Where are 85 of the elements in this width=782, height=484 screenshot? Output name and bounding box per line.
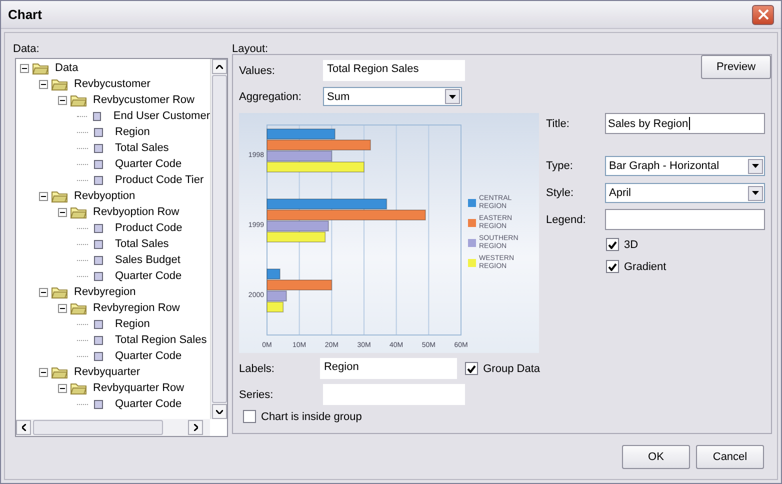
folder-icon (51, 190, 68, 202)
close-icon (758, 9, 768, 20)
dialog-button[interactable]: OK (622, 445, 690, 469)
tree-item[interactable]: Revbyoption (74, 190, 136, 202)
scroll-down-button[interactable] (212, 404, 226, 419)
collapse-toggle[interactable] (39, 192, 48, 200)
tree-item[interactable]: Quarter Code (115, 398, 182, 410)
checkbox[interactable] (606, 260, 619, 273)
tree-item[interactable]: Quarter Code (115, 158, 182, 170)
collapse-toggle[interactable] (58, 384, 67, 392)
collapse-toggle[interactable] (39, 288, 48, 296)
close-button[interactable] (752, 4, 774, 24)
dialog-button[interactable]: Cancel (696, 445, 764, 469)
collapse-toggle[interactable] (39, 80, 48, 88)
values-field[interactable]: Total Region Sales (323, 60, 465, 81)
folder-icon (32, 62, 49, 74)
window-title: Chart (8, 7, 42, 22)
folder-icon (51, 286, 68, 298)
collapse-toggle[interactable] (58, 304, 67, 312)
preview-button[interactable]: Preview (701, 55, 771, 79)
collapse-toggle[interactable] (58, 96, 67, 104)
tree-item[interactable]: Total Sales (115, 142, 169, 154)
legend-swatch (468, 219, 476, 227)
tree-item[interactable]: Sales Budget (115, 254, 180, 266)
checkbox-label: Group Data (483, 362, 540, 374)
checkbox[interactable] (243, 410, 256, 423)
tree-item[interactable]: Quarter Code (115, 270, 182, 282)
checkbox-label: 3D (624, 238, 638, 250)
data-label: Data: (13, 43, 40, 55)
collapse-toggle[interactable] (58, 208, 67, 216)
checkbox-label: Gradient (624, 260, 666, 272)
tree-item[interactable]: Total Sales (115, 238, 169, 250)
field-label: Legend: (546, 214, 587, 226)
folder-icon (70, 382, 87, 394)
field-label: Values: (239, 64, 276, 76)
field-icon (94, 400, 103, 408)
tree-item[interactable]: Revbycustomer (74, 78, 150, 90)
bar (266, 232, 326, 242)
legend-swatch (468, 239, 476, 247)
style-dropdown[interactable]: April (605, 183, 765, 203)
checkbox-label: Chart is inside group (261, 410, 362, 422)
tree-item[interactable]: Data (55, 62, 78, 74)
tree-item[interactable]: End User Customer (113, 110, 210, 122)
tree-item[interactable]: Revbyquarter (74, 366, 140, 378)
scroll-right-button[interactable] (188, 420, 203, 435)
aggregation-dropdown[interactable]: Sum (323, 87, 462, 106)
scrollbar-thumb[interactable] (212, 75, 226, 403)
scroll-up-button[interactable] (212, 59, 226, 74)
field-label: Series: (239, 388, 274, 400)
tree-item[interactable]: Revbyoption Row (93, 206, 180, 218)
tree-item[interactable]: Region (115, 318, 150, 330)
labels-field[interactable]: Region (320, 358, 458, 379)
tree-item[interactable]: Revbyregion (74, 286, 136, 298)
tree-item[interactable]: Total Region Sales (115, 334, 207, 346)
field-label: Aggregation: (239, 90, 302, 102)
layout-label: Layout: (232, 43, 268, 55)
collapse-toggle[interactable] (20, 64, 29, 72)
legend-swatch (468, 199, 476, 207)
tree-item[interactable]: Product Code Tier (115, 174, 204, 186)
tree-item[interactable]: Revbyregion Row (93, 302, 180, 314)
collapse-toggle[interactable] (39, 368, 48, 376)
field-label: Title: (546, 118, 570, 130)
tree-item[interactable]: Region (115, 126, 150, 138)
folder-icon (51, 78, 68, 90)
folder-icon (70, 206, 87, 218)
tree-item[interactable]: Quarter Code (115, 350, 182, 362)
checkbox[interactable] (606, 238, 619, 251)
folder-icon (70, 302, 87, 314)
tree-item[interactable]: Revbycustomer Row (93, 94, 194, 106)
tree-item[interactable]: Revbyquarter Row (93, 382, 184, 394)
folder-icon (70, 94, 87, 106)
series-field[interactable] (323, 384, 465, 405)
scrollbar-thumb[interactable] (33, 420, 163, 435)
legend-field[interactable] (605, 209, 765, 230)
scroll-left-button[interactable] (16, 420, 31, 435)
type-dropdown[interactable]: Bar Graph - Horizontal (605, 156, 765, 176)
checkbox[interactable] (465, 362, 478, 375)
folder-icon (51, 366, 68, 378)
title-field[interactable]: Sales by Region (605, 113, 765, 134)
field-label: Labels: (239, 362, 276, 374)
field-label: Style: (546, 187, 575, 199)
bar (266, 302, 284, 312)
field-label: Type: (546, 160, 574, 172)
legend-swatch (468, 259, 476, 267)
tree-item[interactable]: Product Code (115, 222, 182, 234)
